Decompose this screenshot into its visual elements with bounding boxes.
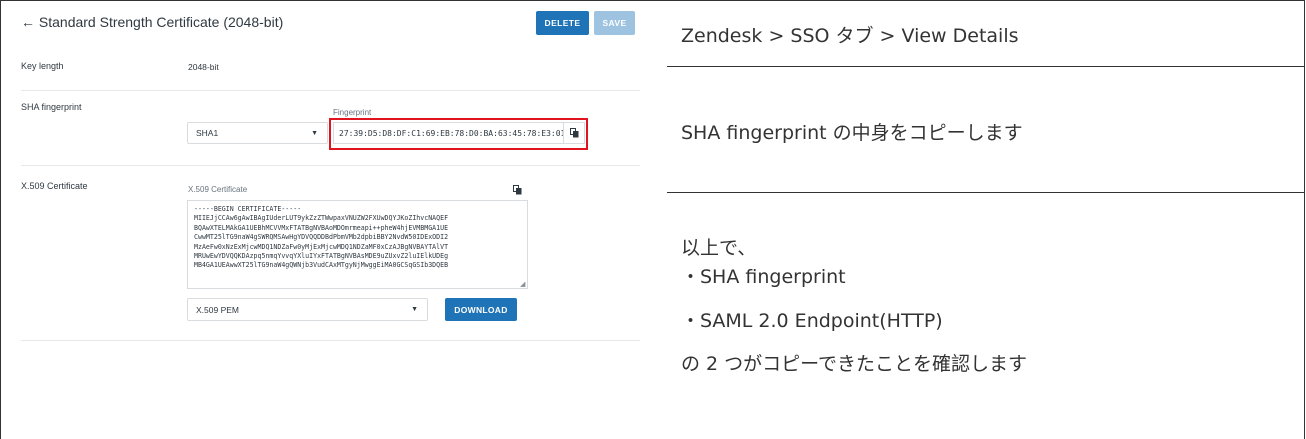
summary-bullet-saml: ・SAML 2.0 Endpoint(HTTP)	[681, 310, 943, 332]
summary-bullet-sha: ・SHA fingerprint	[681, 266, 846, 288]
chevron-down-icon: ▼	[411, 306, 418, 313]
certificate-format-value: X.509 PEM	[196, 304, 239, 315]
download-button[interactable]: DOWNLOAD	[445, 298, 517, 321]
key-length-value: 2048-bit	[188, 62, 219, 72]
slide-frame: ← Standard Strength Certificate (2048-bi…	[0, 0, 1305, 439]
save-button[interactable]: SAVE	[594, 11, 635, 35]
fingerprint-field-label: Fingerprint	[333, 108, 372, 117]
summary-intro: 以上で、	[681, 237, 757, 259]
key-length-label: Key length	[21, 61, 64, 71]
divider	[21, 90, 640, 91]
certificate-textarea[interactable]: -----BEGIN CERTIFICATE----- MIIEJjCCAw6g…	[187, 200, 528, 289]
page-title[interactable]: ← Standard Strength Certificate (2048-bi…	[21, 14, 283, 30]
instruction-text: SHA fingerprint の中身をコピーします	[681, 122, 1023, 144]
sha-algorithm-select[interactable]: SHA1 ▼	[187, 122, 328, 144]
certificate-detail-panel: ← Standard Strength Certificate (2048-bi…	[1, 1, 667, 439]
fingerprint-highlight	[329, 118, 588, 150]
sha-algorithm-value: SHA1	[196, 128, 219, 138]
breadcrumb: Zendesk > SSO タブ > View Details	[681, 25, 1019, 47]
copy-icon	[512, 184, 521, 194]
resize-handle-icon[interactable]: ◢	[520, 280, 525, 288]
divider	[21, 165, 640, 166]
right-divider-2	[666, 192, 1305, 193]
delete-button[interactable]: DELETE	[536, 11, 589, 35]
copy-certificate-button[interactable]	[509, 182, 525, 197]
x509-label: X.509 Certificate	[21, 181, 88, 191]
divider	[21, 340, 640, 341]
x509-field-label: X.509 Certificate	[188, 185, 248, 194]
chevron-down-icon: ▼	[311, 130, 318, 137]
certificate-format-select[interactable]: X.509 PEM ▼	[187, 298, 428, 321]
right-divider-1	[666, 66, 1305, 67]
sha-fingerprint-label: SHA fingerprint	[21, 102, 82, 112]
conclusion-text: の 2 つがコピーできたことを確認します	[681, 353, 1028, 375]
